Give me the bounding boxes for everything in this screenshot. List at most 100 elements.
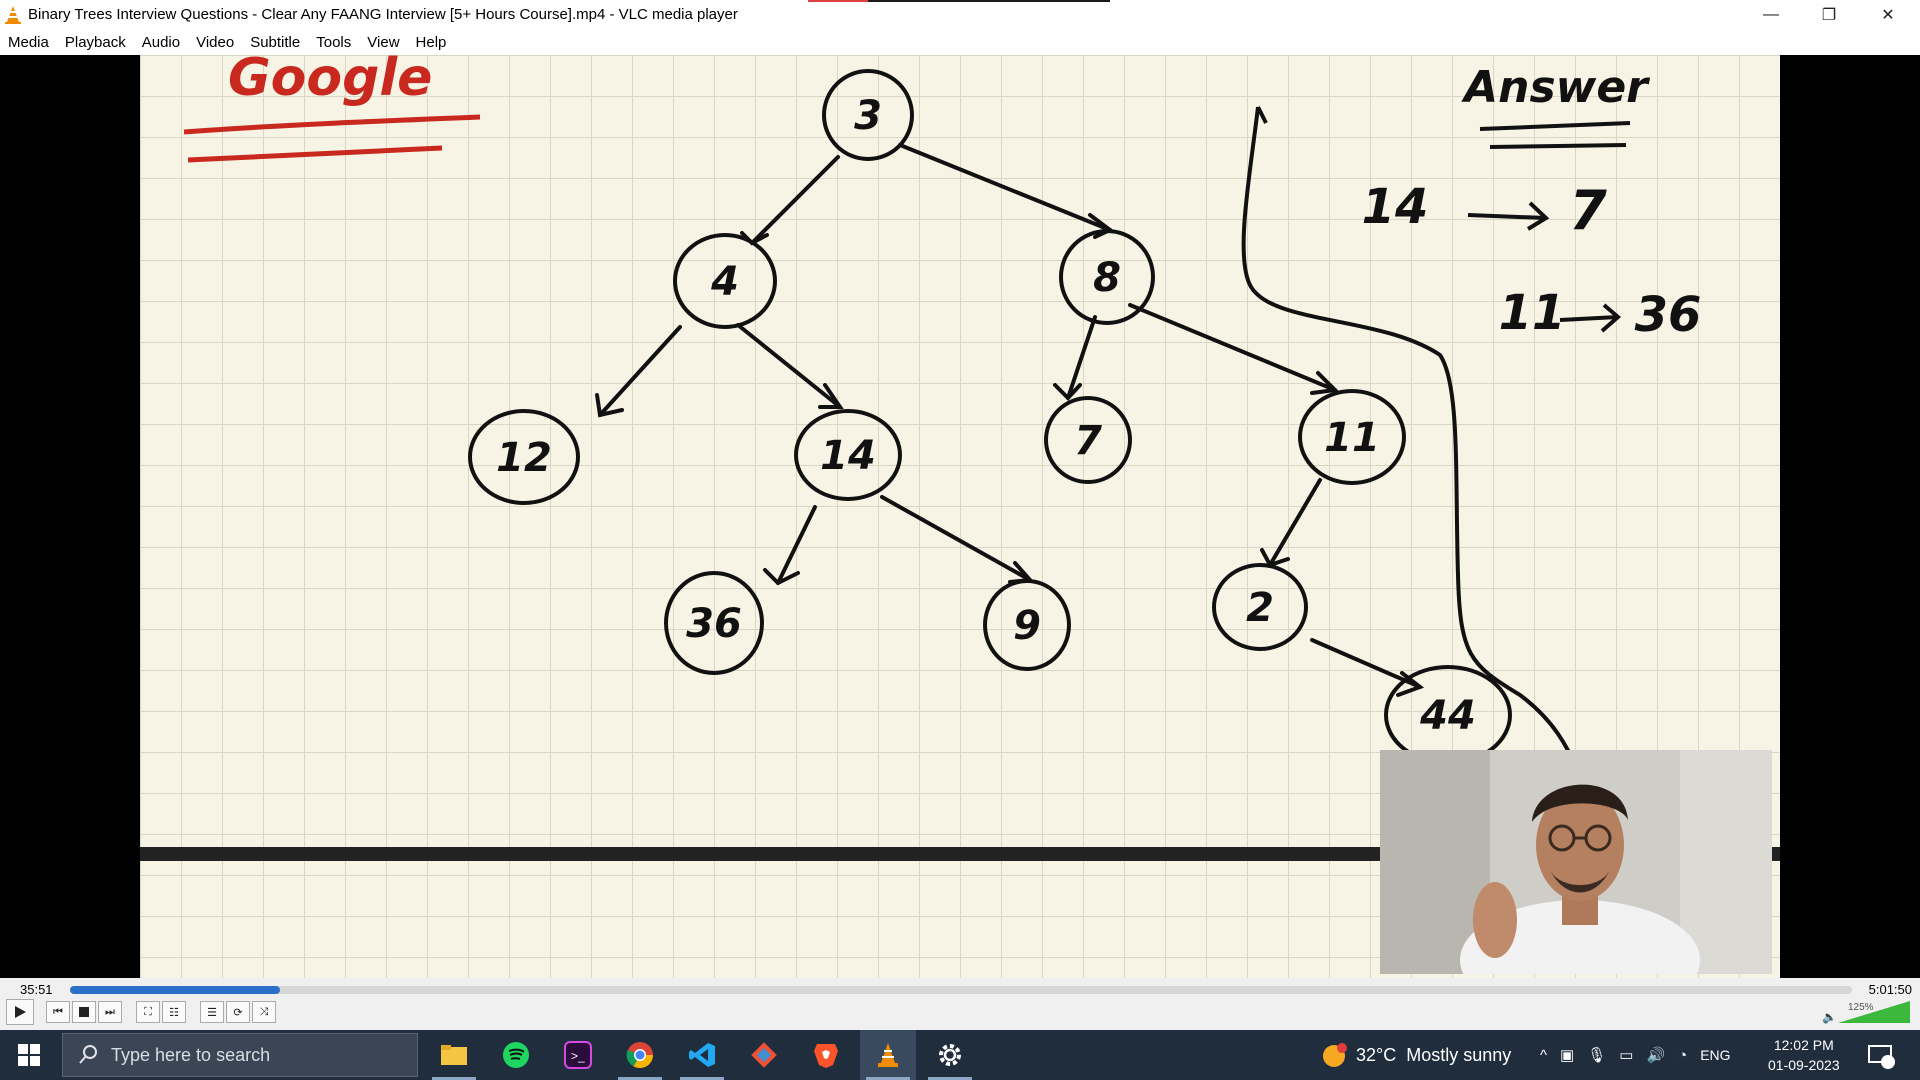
clock-date: 01-09-2023 (1768, 1057, 1840, 1073)
volume-control[interactable]: 🔈 125% (1822, 999, 1912, 1025)
speaker-icon[interactable]: 🔊 (1646, 1046, 1665, 1064)
microphone-icon[interactable]: 🎙 (1587, 1046, 1606, 1064)
previous-button[interactable]: ⏮ (46, 1001, 70, 1023)
notifications-button[interactable]: 7 (1866, 1030, 1896, 1080)
extended-settings-button[interactable]: ☷ (162, 1001, 186, 1023)
close-button[interactable]: ✕ (1858, 0, 1918, 29)
spotify-button[interactable] (488, 1030, 544, 1080)
weather-widget[interactable]: 32°C Mostly sunny (1320, 1030, 1511, 1080)
menu-help[interactable]: Help (408, 34, 455, 51)
title-accent (808, 0, 1110, 2)
menu-subtitle[interactable]: Subtitle (242, 34, 308, 51)
play-button[interactable] (6, 999, 34, 1025)
svg-text:>_: >_ (571, 1049, 585, 1063)
menu-playback[interactable]: Playback (57, 34, 134, 51)
git-button[interactable] (736, 1030, 792, 1080)
restore-icon: ❐ (1821, 6, 1837, 24)
battery-icon[interactable]: ▭ (1619, 1046, 1633, 1064)
notification-icon (1868, 1045, 1895, 1069)
node-label-4: 4 (710, 259, 739, 305)
start-button[interactable] (0, 1030, 58, 1080)
menu-video[interactable]: Video (188, 34, 242, 51)
fullscreen-icon: ⛶ (144, 1005, 152, 1018)
node-label-11: 11 (1324, 415, 1380, 461)
file-explorer-button[interactable] (426, 1030, 482, 1080)
terminal-button[interactable]: >_ (550, 1030, 606, 1080)
weather-text: 32°C Mostly sunny (1356, 1044, 1512, 1065)
minimize-icon: — (1763, 5, 1779, 23)
answer-1-to: 7 (1569, 179, 1607, 242)
shuffle-button[interactable]: ⤨ (252, 1001, 276, 1023)
maximize-button[interactable]: ❐ (1800, 0, 1858, 29)
play-icon (15, 1006, 26, 1018)
chevron-up-icon[interactable]: ^ (1540, 1047, 1547, 1064)
vlc-taskbar-button[interactable] (860, 1030, 916, 1080)
minimize-button[interactable]: — (1742, 0, 1800, 29)
title-bar: Binary Trees Interview Questions - Clear… (0, 0, 1920, 29)
node-label-12: 12 (496, 435, 552, 481)
meet-now-icon[interactable]: ▣ (1560, 1046, 1574, 1064)
fullscreen-button[interactable]: ⛶ (136, 1001, 160, 1023)
menu-audio[interactable]: Audio (134, 34, 188, 51)
tree-node-labels: 3 4 8 12 14 7 11 36 9 2 44 (496, 93, 1476, 739)
edge-4-14 (736, 323, 842, 409)
answer-2-to: 36 (1635, 287, 1702, 343)
stop-button[interactable] (72, 1001, 96, 1023)
language-indicator[interactable]: ENG (1700, 1047, 1730, 1063)
weather-sun-icon (1323, 1043, 1347, 1067)
node-label-7: 7 (1074, 418, 1102, 464)
stop-icon (79, 1007, 89, 1017)
answer-1-from: 14 (1362, 179, 1429, 235)
edge-3-4 (750, 155, 840, 245)
equalizer-icon: ☷ (169, 1006, 179, 1019)
menu-media[interactable]: Media (0, 34, 57, 51)
windows-icon (18, 1044, 40, 1066)
answer-2-arrow (1559, 303, 1622, 333)
edge-8-11 (1128, 303, 1337, 392)
edge-14-9 (880, 495, 1032, 582)
menu-tools[interactable]: Tools (308, 34, 359, 51)
terminal-icon: >_ (564, 1041, 592, 1069)
presenter-image (1380, 750, 1772, 974)
node-label-2: 2 (1246, 585, 1274, 631)
playlist-icon: ☰ (207, 1006, 217, 1019)
video-area[interactable]: Google 3 4 8 12 14 7 11 36 9 2 44 Answer… (0, 55, 1920, 978)
playback-controls: 35:51 5:01:50 ⏮ ⏭ ⛶ ☷ ☰ ⟳ ⤨ 🔈 125% (0, 978, 1920, 1030)
playlist-button[interactable]: ☰ (200, 1001, 224, 1023)
menu-view[interactable]: View (359, 34, 407, 51)
shuffle-icon: ⤨ (259, 1005, 269, 1018)
close-icon: ✕ (1881, 6, 1895, 24)
edge-3-8 (898, 143, 1112, 232)
vscode-button[interactable] (674, 1030, 730, 1080)
gear-icon (939, 1044, 961, 1066)
next-icon: ⏭ (105, 1005, 115, 1018)
vlc-cone-icon (878, 1043, 898, 1067)
answer-underline-1 (1479, 121, 1631, 131)
vscode-icon (689, 1043, 715, 1067)
spotify-icon (503, 1042, 529, 1068)
settings-button[interactable] (922, 1030, 978, 1080)
clock[interactable]: 12:02 PM 01-09-2023 (1768, 1030, 1840, 1080)
node-label-14: 14 (820, 433, 876, 479)
total-time: 5:01:50 (1868, 982, 1912, 997)
seek-bar[interactable] (70, 986, 1852, 994)
edge-11-2 (1268, 478, 1322, 567)
brave-button[interactable] (798, 1030, 854, 1080)
chrome-icon (626, 1042, 654, 1069)
speaker-icon: 🔈 (1822, 1010, 1837, 1024)
chrome-button[interactable] (612, 1030, 668, 1080)
answer-title: Answer (1461, 62, 1650, 113)
taskbar-search[interactable]: Type here to search (62, 1033, 418, 1077)
volume-label: 125% (1848, 1002, 1874, 1013)
seek-bar-fill (70, 986, 281, 994)
previous-icon: ⏮ (53, 1005, 63, 1018)
wifi-icon[interactable]: ◔ (1678, 1047, 1687, 1064)
loop-icon: ⟳ (233, 1006, 243, 1019)
elapsed-time: 35:51 (20, 982, 53, 997)
search-icon (79, 1045, 97, 1064)
next-button[interactable]: ⏭ (98, 1001, 122, 1023)
answer-2-from: 11 (1499, 285, 1566, 341)
loop-button[interactable]: ⟳ (226, 1001, 250, 1023)
clock-time: 12:02 PM (1773, 1037, 1834, 1053)
company-label: Google (228, 55, 432, 108)
